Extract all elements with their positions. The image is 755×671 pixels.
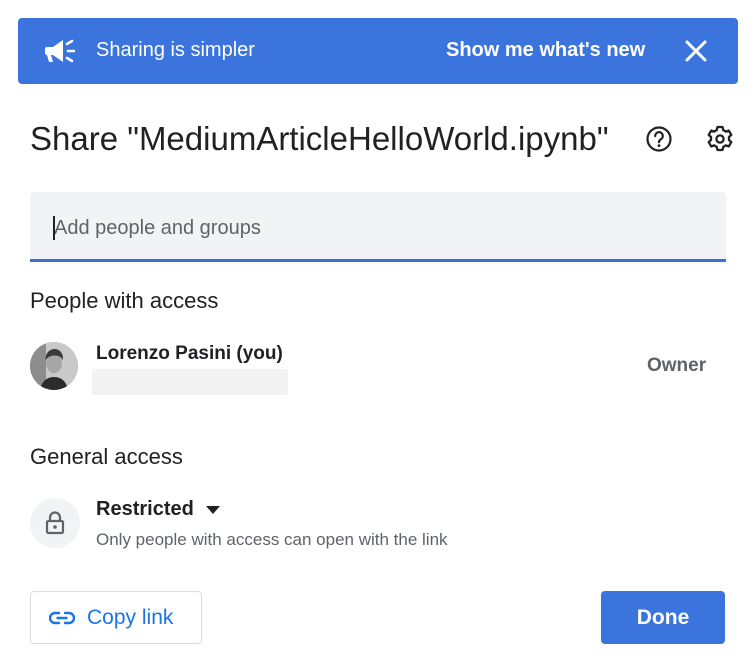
- general-access-heading: General access: [30, 444, 183, 469]
- dialog-title: Share "MediumArticleHelloWorld.ipynb": [30, 120, 609, 157]
- gear-icon[interactable]: [705, 124, 735, 154]
- add-people-field[interactable]: [30, 192, 726, 262]
- close-icon[interactable]: [682, 37, 710, 65]
- lock-icon-badge: [30, 498, 80, 548]
- link-icon: [49, 611, 75, 624]
- people-with-access-heading: People with access: [30, 288, 219, 313]
- announcement-banner: Sharing is simpler Show me what's new: [18, 18, 738, 84]
- help-circle-icon[interactable]: [645, 125, 673, 153]
- person-name: Lorenzo Pasini (you): [96, 343, 283, 364]
- banner-message: Sharing is simpler: [96, 39, 255, 61]
- access-level-label: Restricted: [96, 498, 194, 520]
- done-button[interactable]: Done: [601, 591, 725, 644]
- avatar: [30, 342, 78, 390]
- show-whats-new-link[interactable]: Show me what's new: [446, 39, 645, 62]
- megaphone-icon: [45, 39, 76, 63]
- access-level-dropdown[interactable]: Restricted: [96, 498, 220, 521]
- access-description: Only people with access can open with th…: [96, 530, 448, 549]
- caret-down-icon: [205, 505, 220, 514]
- copy-link-label: Copy link: [87, 605, 174, 629]
- copy-link-button[interactable]: Copy link: [30, 591, 202, 644]
- add-people-input[interactable]: [52, 212, 706, 244]
- person-role: Owner: [647, 355, 707, 376]
- person-email-redacted: [92, 369, 288, 395]
- text-caret: [53, 216, 55, 240]
- lock-icon: [45, 511, 65, 535]
